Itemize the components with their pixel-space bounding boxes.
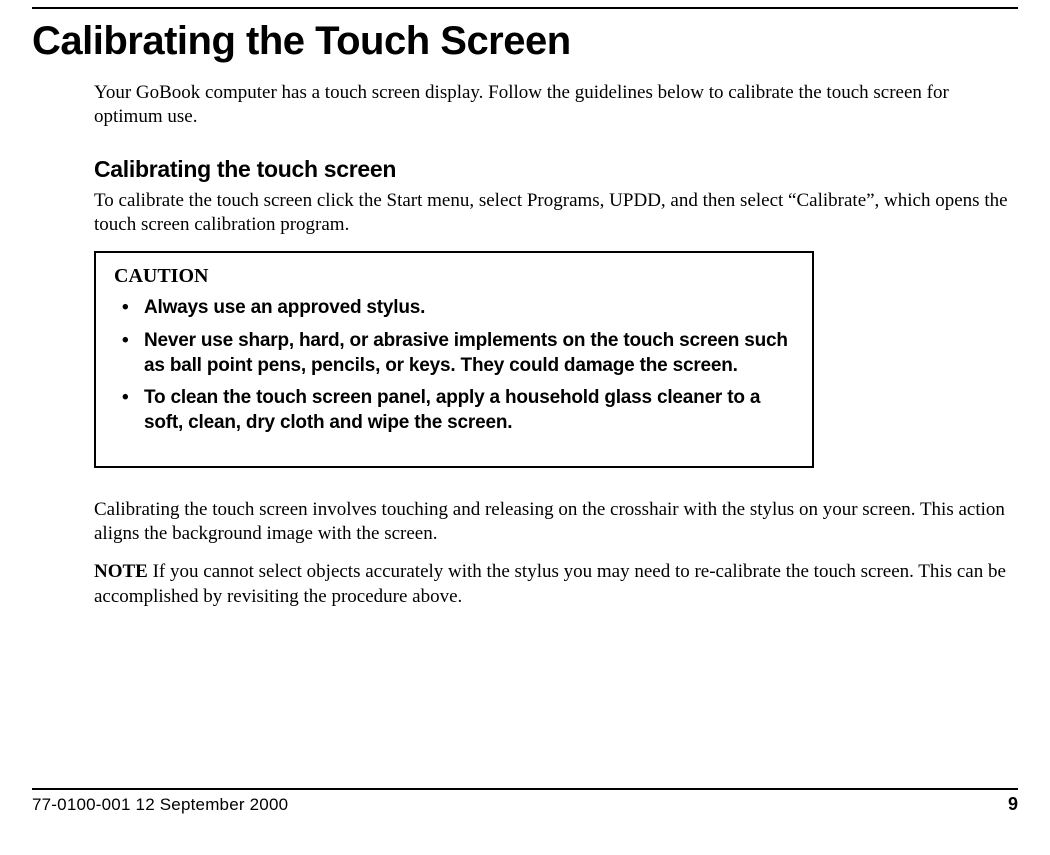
howto-paragraph: To calibrate the touch screen click the … xyxy=(94,189,1010,238)
note-label: NOTE xyxy=(94,561,148,582)
caution-item: To clean the touch screen panel, apply a… xyxy=(122,386,794,435)
page-number: 9 xyxy=(1008,794,1018,815)
explain-paragraph: Calibrating the touch screen involves to… xyxy=(94,498,1010,547)
page-root: Section 1. Getting Started Calibrating t… xyxy=(0,0,1050,833)
caution-list: Always use an approved stylus. Never use… xyxy=(114,296,794,435)
caution-item: Never use sharp, hard, or abrasive imple… xyxy=(122,329,794,378)
caution-title: CAUTION xyxy=(114,265,794,288)
footer-row: 77-0100-001 12 September 2000 9 xyxy=(32,794,1018,815)
caution-box: CAUTION Always use an approved stylus. N… xyxy=(94,251,814,467)
intro-paragraph: Your GoBook computer has a touch screen … xyxy=(94,81,1010,130)
footer-rule xyxy=(32,788,1018,790)
page-title: Calibrating the Touch Screen xyxy=(32,19,1018,63)
doc-info: 77-0100-001 12 September 2000 xyxy=(32,795,288,815)
page-footer: 77-0100-001 12 September 2000 9 xyxy=(32,788,1018,815)
subheading: Calibrating the touch screen xyxy=(94,156,1010,183)
note-paragraph: NOTE If you cannot select objects accura… xyxy=(94,560,1010,609)
caution-item: Always use an approved stylus. xyxy=(122,296,794,321)
body-content: Your GoBook computer has a touch screen … xyxy=(94,81,1010,609)
note-text: If you cannot select objects accurately … xyxy=(94,561,1006,606)
top-rule xyxy=(32,7,1018,9)
